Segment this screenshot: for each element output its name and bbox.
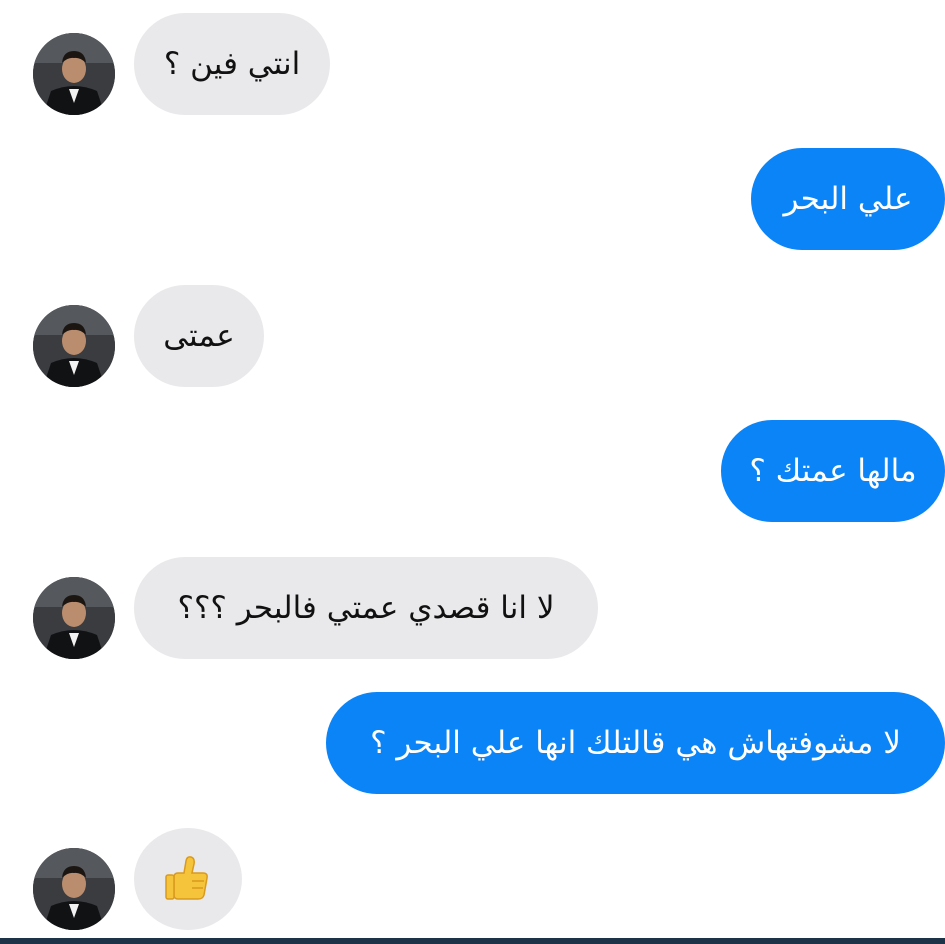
message-text: لا مشوفتهاش هي قالتلك انها علي البحر ؟ [370,724,901,761]
avatar-photo [33,33,115,115]
contact-avatar[interactable] [33,848,115,930]
message-bubble-incoming[interactable]: لا انا قصدي عمتي فالبحر ؟؟؟ [134,557,598,659]
message-bubble-outgoing[interactable]: لا مشوفتهاش هي قالتلك انها علي البحر ؟ [326,692,945,794]
message-row-5: لا انا قصدي عمتي فالبحر ؟؟؟ [0,557,945,659]
message-row-1: انتي فين ؟ [0,13,945,115]
thumbs-up-icon [165,856,208,900]
reaction-bubble[interactable] [134,828,242,930]
message-text: لا انا قصدي عمتي فالبحر ؟؟؟ [177,589,555,626]
avatar-photo [33,577,115,659]
message-bubble-outgoing[interactable]: علي البحر [751,148,945,250]
bottom-bar [0,938,945,944]
message-row-4: مالها عمتك ؟ [0,420,945,522]
message-text: انتي فين ؟ [163,45,301,82]
message-row-6: لا مشوفتهاش هي قالتلك انها علي البحر ؟ [0,692,945,794]
message-text: عمتى [163,317,235,354]
message-bubble-incoming[interactable]: عمتى [134,285,264,387]
contact-avatar[interactable] [33,33,115,115]
message-row-2: علي البحر [0,148,945,250]
message-bubble-incoming[interactable]: انتي فين ؟ [134,13,330,115]
message-bubble-outgoing[interactable]: مالها عمتك ؟ [721,420,945,522]
contact-avatar[interactable] [33,577,115,659]
avatar-photo [33,305,115,387]
message-row-7 [0,828,945,930]
message-row-3: عمتى [0,285,945,387]
contact-avatar[interactable] [33,305,115,387]
message-text: مالها عمتك ؟ [749,452,917,489]
message-text: علي البحر [783,180,913,217]
avatar-photo [33,848,115,930]
